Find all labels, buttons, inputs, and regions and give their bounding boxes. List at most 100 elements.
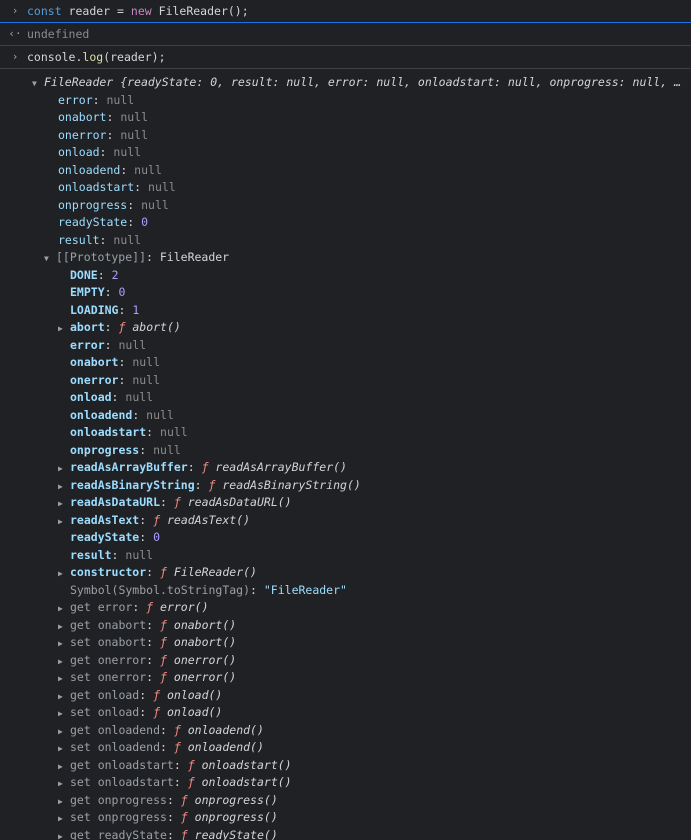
accessor-row[interactable]: ▶ set onprogress: ƒ onprogress() — [58, 809, 278, 827]
expand-triangle-icon[interactable]: ▶ — [58, 793, 70, 811]
accessor-row[interactable]: ▶ set onabort: ƒ onabort() — [58, 634, 236, 652]
property-colon: : — [139, 687, 154, 702]
property-key: DONE — [70, 267, 98, 282]
accessor-row[interactable]: ▶ get error: ƒ error() — [58, 599, 209, 617]
property-value: null — [160, 425, 188, 439]
prototype-header[interactable]: ▼ [[Prototype]]: FileReader — [44, 249, 229, 267]
expand-triangle-icon[interactable]: ▶ — [58, 688, 70, 706]
property-value: null — [132, 372, 161, 387]
expand-triangle-icon[interactable]: ▶ — [58, 810, 70, 828]
accessor-row[interactable]: ▶ get onabort: ƒ onabort() — [58, 617, 236, 635]
prototype-property-row[interactable]: ▶ readAsText: ƒ readAsText() — [58, 512, 250, 530]
accessor-row[interactable]: ▶ get onloadstart: ƒ onloadstart() — [58, 757, 292, 775]
call-args: (reader); — [103, 50, 166, 64]
object-class-name: FileReader — [44, 75, 114, 89]
object-summary: {readyState: 0, result: null, error: nul… — [120, 75, 681, 89]
property-colon: : — [104, 320, 119, 334]
property-colon: : — [132, 600, 147, 614]
property-colon: : — [146, 565, 161, 579]
function-signature: onloadstart() — [201, 757, 292, 772]
function-signature: onerror() — [173, 652, 237, 667]
property-key: onloadend — [70, 407, 133, 422]
property-key: get readyState — [70, 827, 167, 840]
expand-triangle-icon[interactable]: ▶ — [58, 495, 70, 513]
object-header[interactable]: ▼ FileReader {readyState: 0, result: null… — [32, 74, 681, 92]
function-marker-icon: ƒ — [208, 477, 223, 492]
expand-triangle-icon[interactable]: ▶ — [58, 320, 70, 338]
property-value: 1 — [132, 302, 140, 317]
property-colon: : — [104, 337, 119, 352]
property-key: result — [70, 547, 112, 562]
expand-triangle-icon[interactable]: ▶ — [58, 513, 70, 531]
accessor-row[interactable]: ▶ set onloadend: ƒ onloadend() — [58, 739, 264, 757]
keyword-const: const — [27, 4, 62, 18]
collapse-triangle-icon[interactable]: ▼ — [32, 75, 44, 93]
expand-triangle-icon[interactable]: ▶ — [58, 600, 70, 618]
console-input-line[interactable]: › const reader = new FileReader(); — [0, 0, 691, 23]
accessor-row[interactable]: ▶ get onloadend: ƒ onloadend() — [58, 722, 264, 740]
prototype-property-row[interactable]: ▶ constructor: ƒ FileReader() — [58, 564, 257, 582]
property-value: null — [125, 390, 154, 404]
prompt-chevron-icon: › — [11, 50, 19, 63]
function-marker-icon: ƒ — [173, 740, 188, 754]
property-colon: : — [194, 477, 209, 492]
property-key: onerror — [70, 372, 119, 387]
function-marker-icon: ƒ — [173, 495, 188, 509]
function-marker-icon: ƒ — [160, 565, 174, 579]
property-key: get onloadstart — [70, 757, 174, 772]
prototype-property-row[interactable]: ▶ readAsBinaryString: ƒ readAsBinaryStrin… — [58, 477, 361, 495]
keyword-new: new — [130, 4, 152, 18]
property-key: onprogress — [70, 442, 140, 457]
property-key: onabort — [58, 110, 107, 124]
property-colon: : — [250, 582, 264, 597]
property-key: Symbol(Symbol.toStringTag) — [70, 582, 251, 597]
expand-triangle-icon[interactable]: ▶ — [58, 775, 70, 793]
property-key: constructor — [70, 565, 147, 579]
property-colon: : — [139, 442, 154, 457]
property-colon: : — [139, 705, 154, 719]
property-colon: : — [120, 162, 135, 177]
property-value: null — [125, 547, 154, 562]
property-key: onloadstart — [70, 425, 147, 439]
prototype-property-row: onprogress: null — [58, 442, 181, 460]
property-key: get onerror — [70, 652, 147, 667]
collapse-triangle-icon[interactable]: ▼ — [44, 250, 56, 268]
prototype-property-row: EMPTY: 0 — [58, 284, 125, 302]
function-marker-icon: ƒ — [160, 617, 174, 632]
expand-triangle-icon[interactable]: ▶ — [58, 635, 70, 653]
property-value: null — [106, 92, 135, 107]
devtools-console: › const reader = new FileReader(); ‹· un… — [0, 0, 691, 840]
function-signature: onerror() — [173, 670, 237, 684]
property-colon: : — [146, 425, 161, 439]
accessor-row[interactable]: ▶ set onload: ƒ onload() — [58, 704, 222, 722]
expand-triangle-icon[interactable]: ▶ — [58, 460, 70, 478]
property-key: readyState — [70, 530, 140, 544]
prototype-property-row[interactable]: ▶ abort: ƒ abort() — [58, 319, 181, 337]
prototype-value: FileReader — [159, 250, 230, 264]
property-colon: : — [146, 635, 161, 649]
prototype-property-row[interactable]: ▶ readAsArrayBuffer: ƒ readAsArrayBuffer(… — [58, 459, 347, 477]
expand-triangle-icon[interactable]: ▶ — [58, 653, 70, 671]
expand-triangle-icon[interactable]: ▶ — [58, 828, 70, 840]
expand-triangle-icon[interactable]: ▶ — [58, 758, 70, 776]
accessor-row[interactable]: ▶ set onerror: ƒ onerror() — [58, 669, 236, 687]
property-colon: : — [99, 232, 114, 247]
accessor-row[interactable]: ▶ get onprogress: ƒ onprogress() — [58, 792, 278, 810]
expand-triangle-icon[interactable]: ▶ — [58, 565, 70, 583]
expand-triangle-icon[interactable]: ▶ — [58, 670, 70, 688]
function-signature: onloadstart() — [201, 775, 292, 789]
property-colon: : — [166, 827, 181, 840]
accessor-row[interactable]: ▶ get onload: ƒ onload() — [58, 687, 222, 705]
prototype-property-row[interactable]: ▶ readAsDataURL: ƒ readAsDataURL() — [58, 494, 292, 512]
console-input-line[interactable]: › console.log(reader); — [0, 46, 691, 69]
accessor-row[interactable]: ▶ get readyState: ƒ readyState() — [58, 827, 278, 840]
function-signature: onload() — [166, 687, 223, 702]
expand-triangle-icon[interactable]: ▶ — [58, 478, 70, 496]
function-signature: abort() — [132, 320, 181, 334]
expand-triangle-icon[interactable]: ▶ — [58, 618, 70, 636]
accessor-row[interactable]: ▶ get onerror: ƒ onerror() — [58, 652, 236, 670]
expand-triangle-icon[interactable]: ▶ — [58, 723, 70, 741]
expand-triangle-icon[interactable]: ▶ — [58, 705, 70, 723]
expand-triangle-icon[interactable]: ▶ — [58, 740, 70, 758]
accessor-row[interactable]: ▶ set onloadstart: ƒ onloadstart() — [58, 774, 292, 792]
